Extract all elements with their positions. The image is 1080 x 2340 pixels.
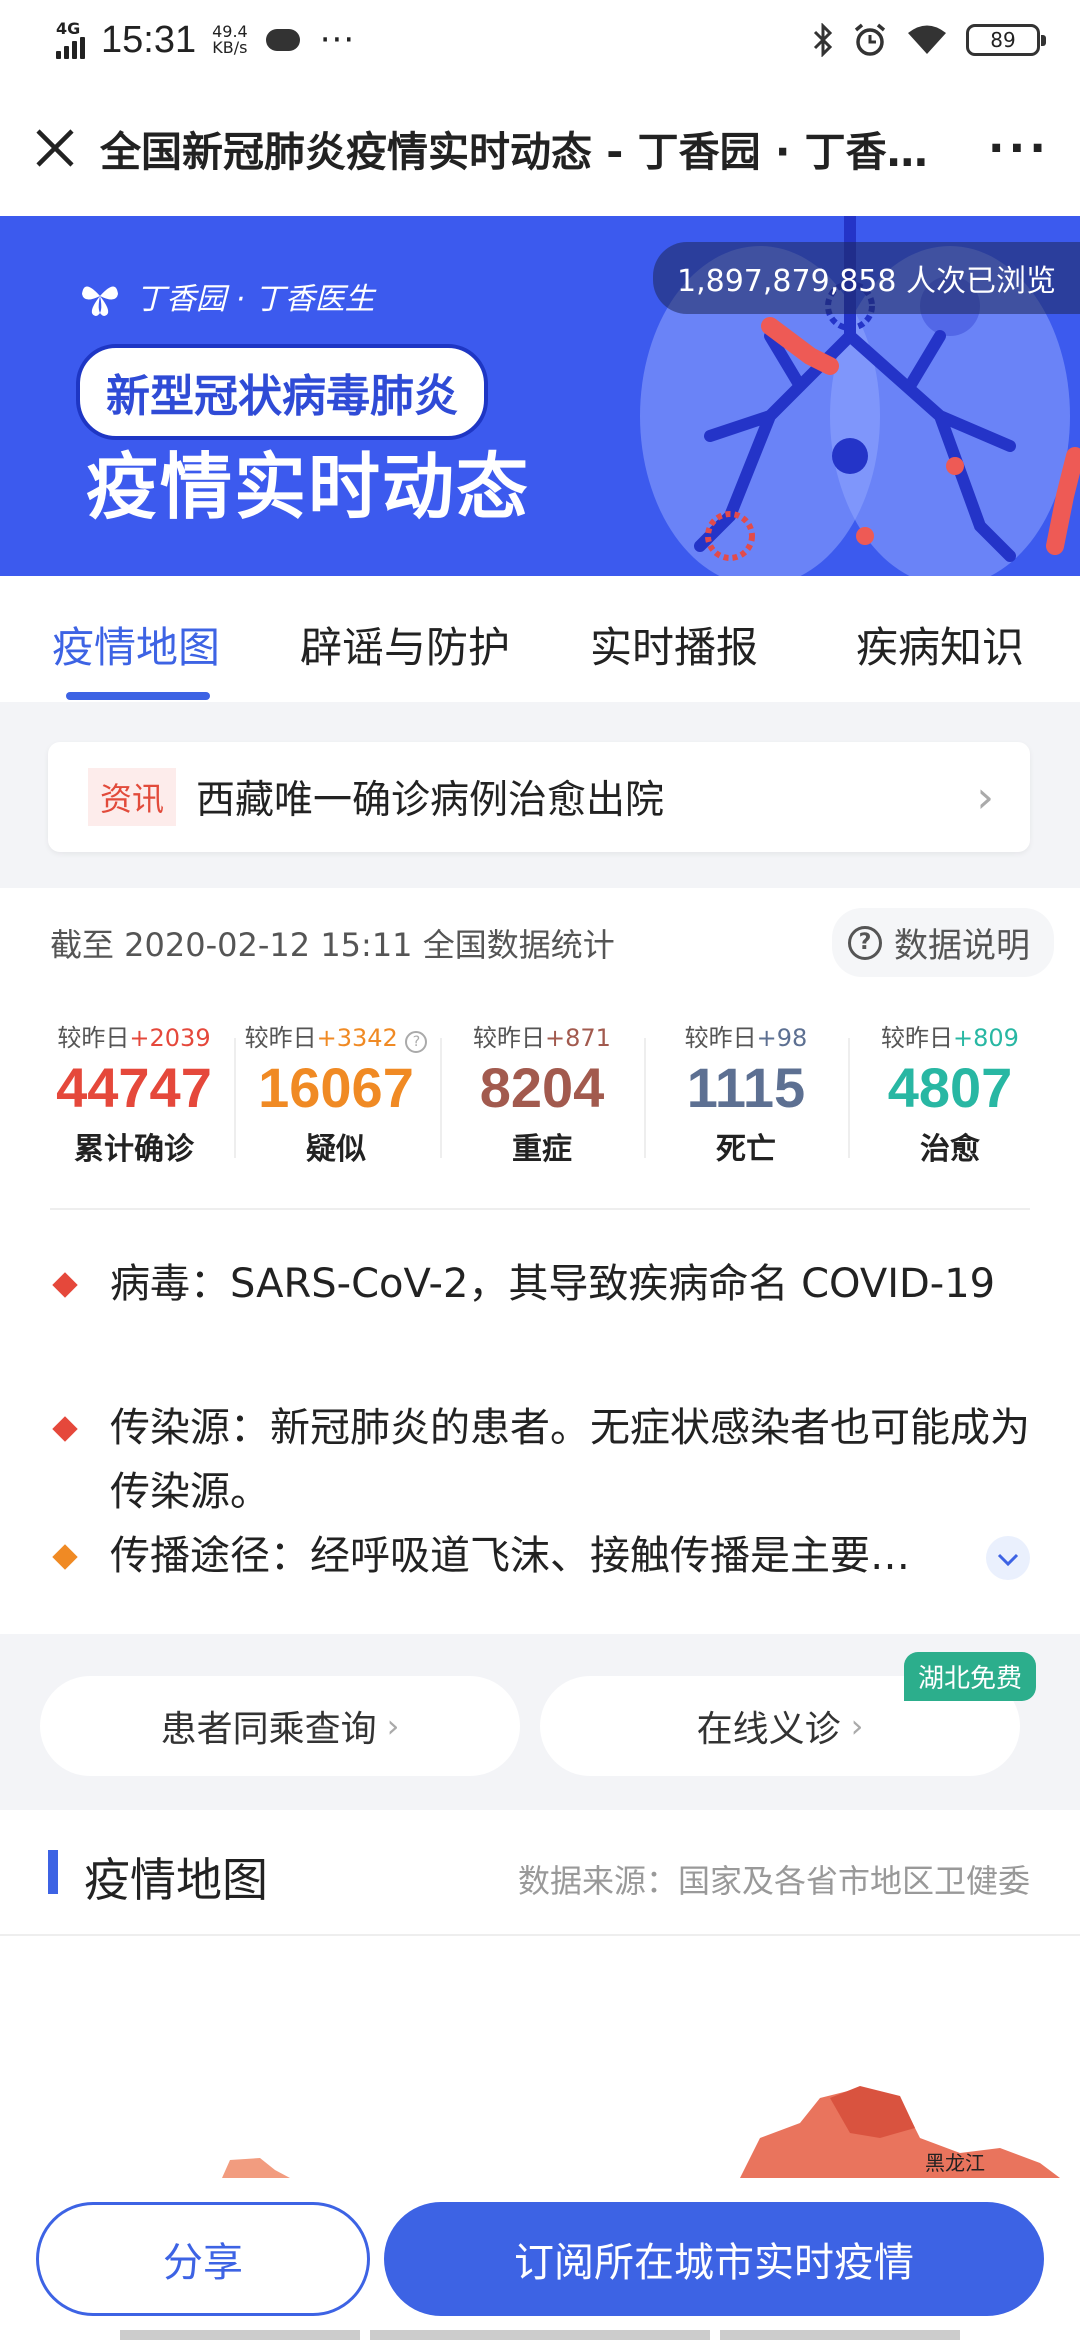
confirmed-count: 44747	[56, 1056, 212, 1119]
section-accent-bar	[48, 1850, 58, 1894]
network-type: 4G	[56, 19, 81, 38]
deaths-label: 死亡	[716, 1132, 776, 1167]
hero-banner: 丁香园 · 丁香医生 新型冠状病毒肺炎 疫情实时动态 1,897,879,858…	[0, 216, 1080, 576]
data-explanation-button[interactable]: ? 数据说明	[832, 908, 1054, 977]
fact-source: 传染源：新冠肺炎的患者。无症状感染者也可能成为传染源。	[50, 1396, 1030, 1524]
news-tag: 资讯	[88, 768, 177, 826]
brand-logo: 丁香园 · 丁香医生	[78, 274, 375, 318]
tab-rumor-protection[interactable]: 辟谣与防护	[300, 614, 510, 675]
deaths-count: 1115	[686, 1056, 806, 1119]
suspected-count: 16067	[258, 1056, 414, 1119]
close-button[interactable]	[10, 80, 100, 216]
patient-travel-lookup-button[interactable]: 患者同乘查询 ›	[40, 1676, 520, 1776]
clock: 15:31	[101, 18, 197, 61]
flower-logo-icon	[82, 286, 118, 316]
diamond-bullet-icon	[52, 1544, 78, 1570]
wifi-icon	[908, 25, 946, 54]
chevron-right-icon: ›	[386, 1707, 400, 1745]
bottom-action-bar: 分享 订阅所在城市实时疫情	[0, 2180, 1080, 2340]
tab-disease-knowledge[interactable]: 疾病知识	[856, 614, 1024, 675]
as-of-date: 截至 2020-02-12 15:11 全国数据统计	[50, 926, 615, 964]
brand-name: 丁香园 · 丁香医生	[136, 282, 375, 317]
share-button[interactable]: 分享	[36, 2202, 370, 2316]
nav-hint	[370, 2330, 710, 2340]
free-badge: 湖北免费	[903, 1652, 1036, 1701]
network-indicator: 4G	[56, 21, 85, 59]
diamond-bullet-icon	[52, 1416, 78, 1442]
confirmed-label: 累计确诊	[74, 1132, 194, 1167]
nav-hint	[120, 2330, 360, 2340]
fact-virus: 病毒：SARS-CoV-2，其导致疾病命名 COVID-19	[50, 1252, 1030, 1316]
view-count: 1,897,879,858 人次已浏览	[652, 242, 1080, 314]
chevron-right-icon: ›	[976, 771, 994, 823]
subscribe-city-button[interactable]: 订阅所在城市实时疫情	[384, 2202, 1044, 2316]
stat-confirmed: 较昨日+2039 44747 累计确诊	[34, 1018, 234, 1168]
more-menu-button[interactable]: ···	[988, 123, 1050, 174]
map-header: 疫情地图 数据来源：国家及各省市地区卫健委	[0, 1810, 1080, 1936]
severe-count: 8204	[479, 1056, 605, 1119]
quick-actions: 患者同乘查询 › 在线义诊 › 湖北免费	[0, 1646, 1080, 1800]
suspected-label: 疑似	[306, 1132, 366, 1167]
close-icon	[36, 129, 74, 167]
china-map[interactable]: 黑龙江	[0, 1938, 1080, 2178]
battery-icon: 89	[966, 24, 1046, 56]
stat-deaths: 较昨日+98 1115 死亡	[646, 1018, 846, 1168]
fact-transmission: 传播途径：经呼吸道飞沫、接触传播是主要…	[50, 1524, 1030, 1588]
diamond-bullet-icon	[52, 1272, 78, 1298]
news-headline: 西藏唯一确诊病例治愈出院	[196, 778, 665, 823]
help-icon: ?	[405, 1031, 428, 1053]
recovered-count: 4807	[887, 1056, 1013, 1119]
nav-hint	[720, 2330, 960, 2340]
network-speed: 49.4 KB/s	[212, 22, 248, 57]
divider	[50, 1208, 1030, 1210]
banner-headline: 疫情实时动态	[86, 445, 531, 529]
tab-epidemic-map[interactable]: 疫情地图	[52, 614, 220, 675]
active-tab-indicator	[66, 692, 210, 700]
page-title: 全国新冠肺炎疫情实时动态 - 丁香园 · 丁香医生	[100, 128, 930, 176]
stat-recovered: 较昨日+809 4807 治愈	[850, 1018, 1050, 1168]
tab-live-report[interactable]: 实时播报	[590, 614, 758, 675]
status-bar: 4G 15:31 49.4 KB/s ··· 89	[0, 0, 1080, 80]
signal-icon	[56, 37, 85, 59]
stats-card: 截至 2020-02-12 15:11 全国数据统计 ? 数据说明 较昨日+20…	[0, 888, 1080, 1634]
recovered-label: 治愈	[920, 1132, 980, 1167]
bluetooth-icon	[813, 23, 833, 57]
more-notifications-icon: ···	[319, 20, 356, 60]
data-source: 数据来源：国家及各省市地区卫健委	[517, 1862, 1030, 1900]
expand-button[interactable]	[986, 1536, 1030, 1580]
tab-bar: 疫情地图 辟谣与防护 实时播报 疾病知识	[0, 576, 1080, 702]
question-icon: ?	[848, 925, 882, 960]
alarm-icon	[854, 23, 886, 56]
stat-severe: 较昨日+871 8204 重症	[442, 1018, 642, 1168]
map-region-label: 黑龙江	[925, 2151, 985, 2175]
cloud-icon	[265, 29, 300, 51]
map-title: 疫情地图	[84, 1853, 268, 1907]
severe-label: 重症	[512, 1132, 572, 1167]
banner-pill: 新型冠状病毒肺炎	[76, 344, 488, 440]
chevron-down-icon	[997, 1553, 1019, 1567]
news-banner[interactable]: 资讯 西藏唯一确诊病例治愈出院 ›	[48, 742, 1030, 852]
data-explanation-label: 数据说明	[894, 926, 1030, 966]
stat-suspected: 较昨日+3342 ? 16067 疑似	[236, 1018, 436, 1168]
title-bar: 全国新冠肺炎疫情实时动态 - 丁香园 · 丁香医生 ···	[0, 80, 1080, 216]
chevron-right-icon: ›	[850, 1707, 864, 1745]
